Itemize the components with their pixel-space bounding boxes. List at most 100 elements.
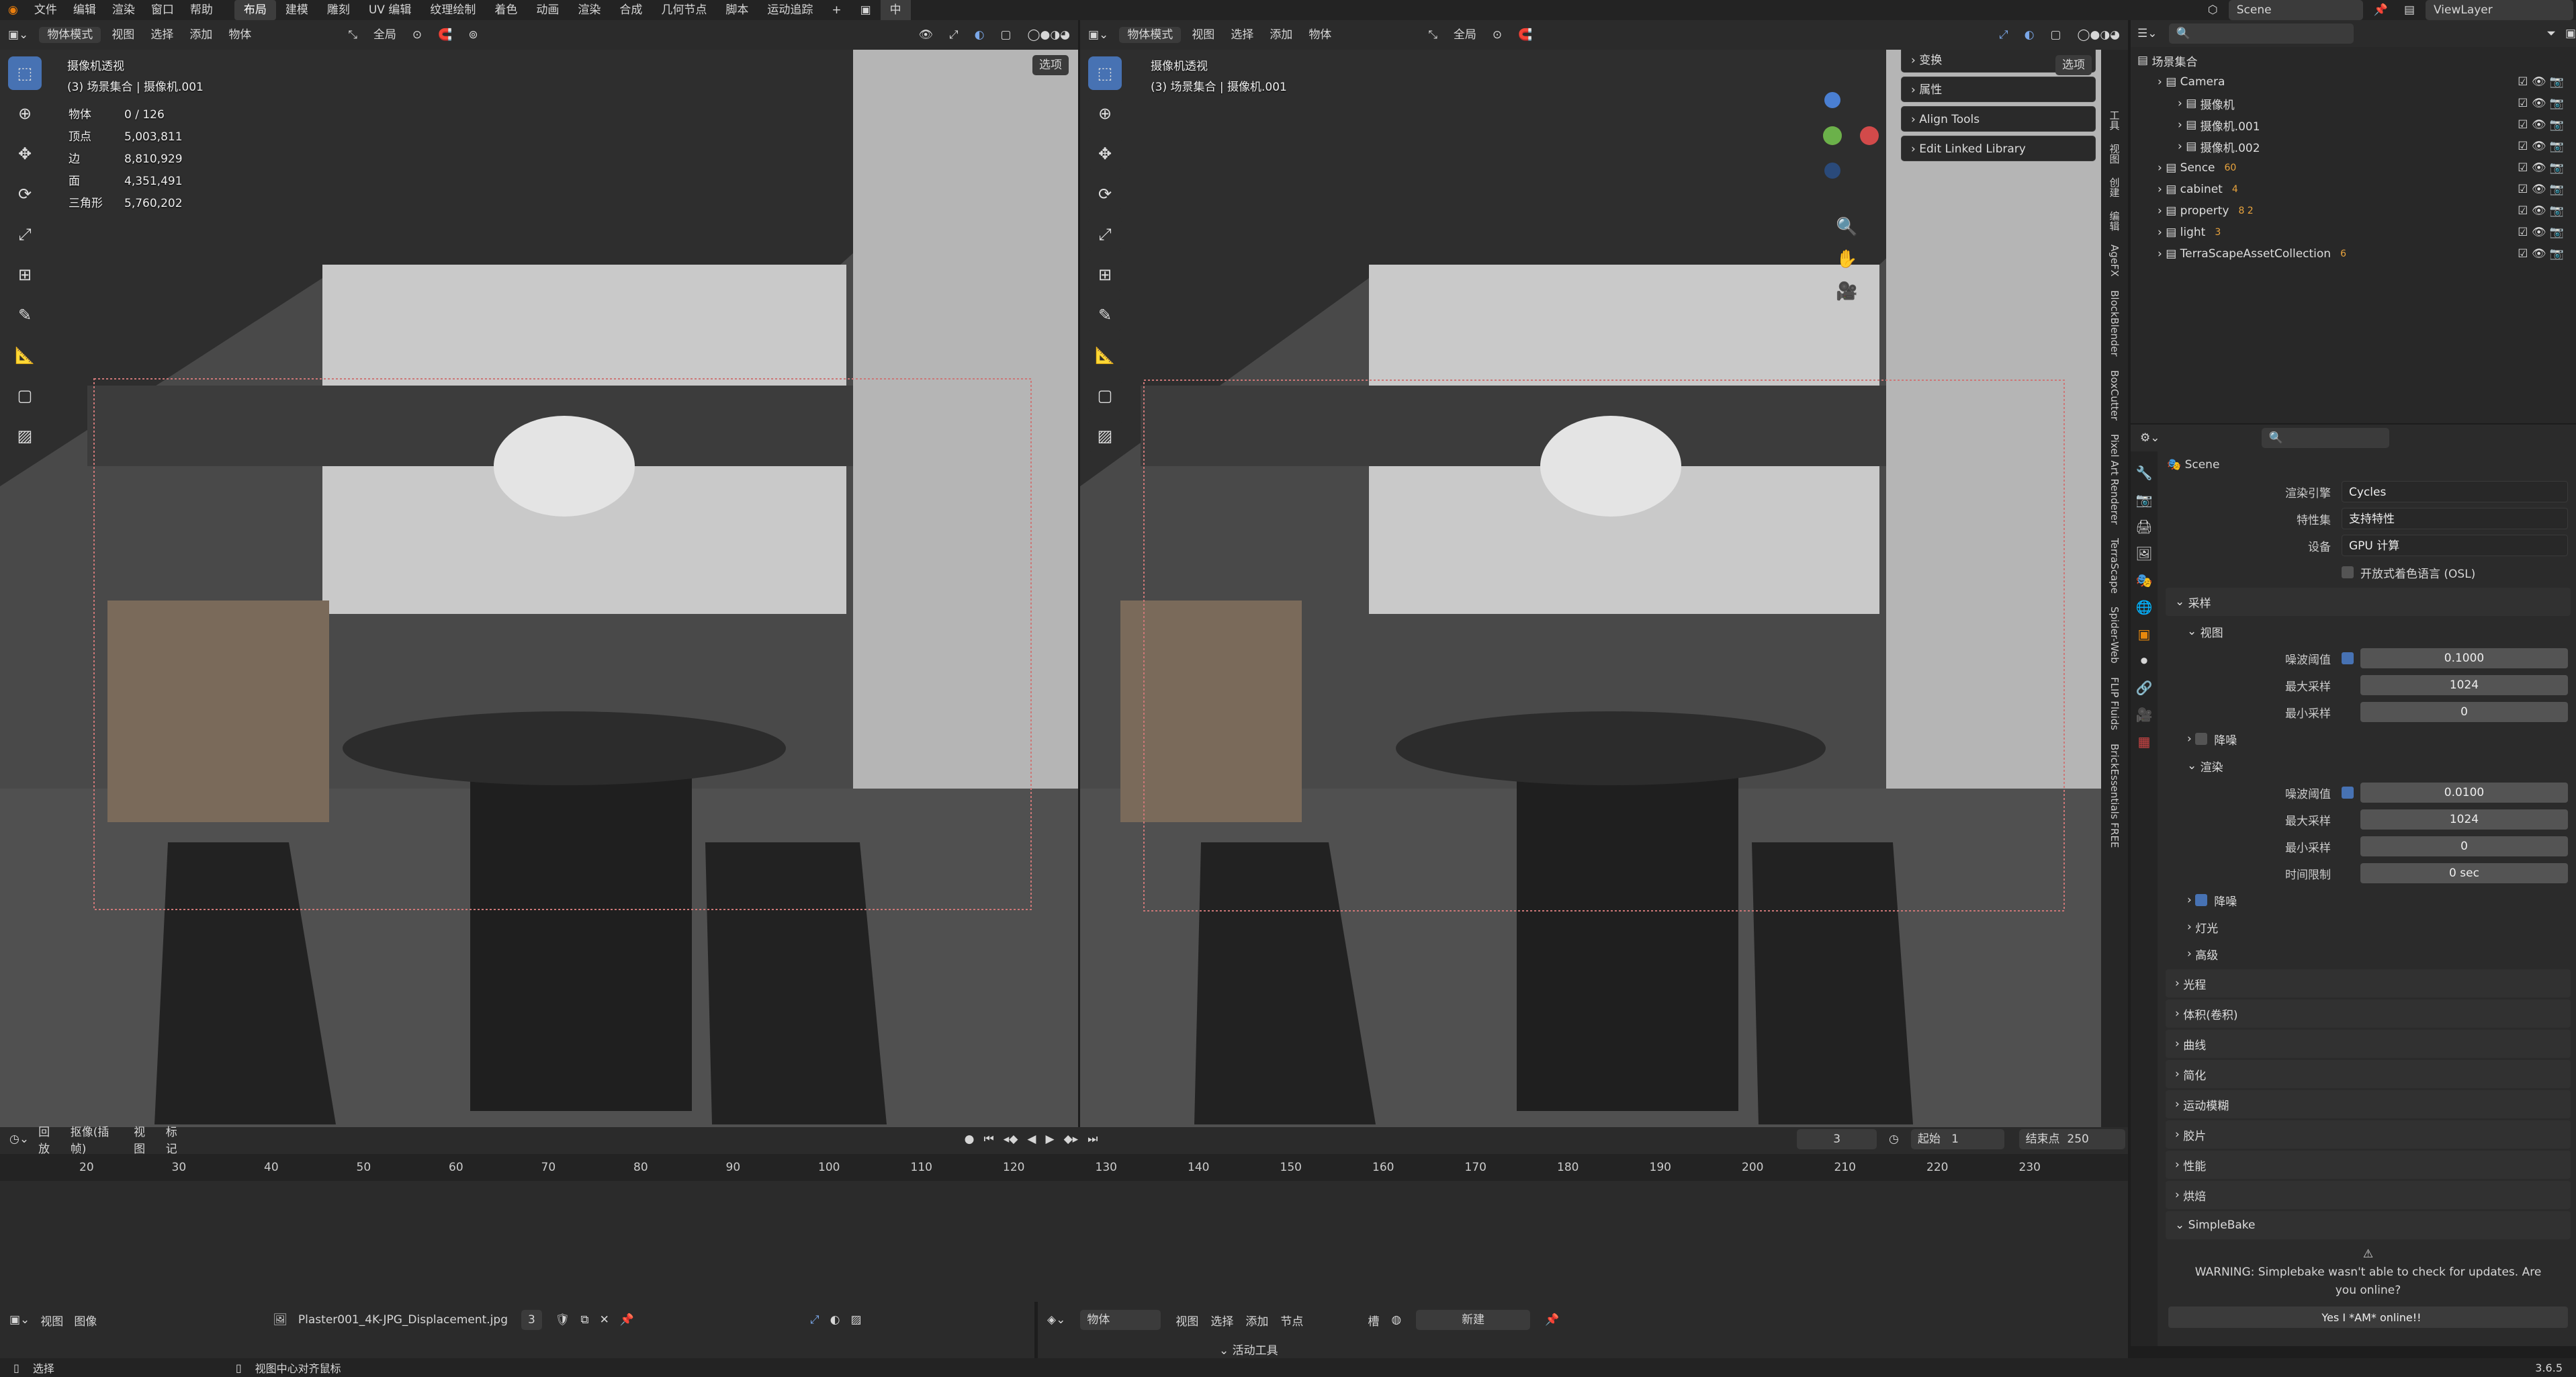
scene-tab-icon[interactable]: 🎭: [2136, 572, 2153, 588]
subsection-advanced[interactable]: › 高级: [2160, 940, 2576, 967]
scale-icon[interactable]: ⤢: [8, 218, 42, 251]
play-icon[interactable]: ▶: [1045, 1132, 1054, 1146]
orientation-selector[interactable]: 全局: [1446, 17, 1484, 53]
sidebar-tab-view[interactable]: 视图: [2108, 137, 2122, 171]
end-frame-field[interactable]: 结束点 250: [2018, 1129, 2125, 1149]
window-icon[interactable]: ▣: [851, 0, 881, 20]
tab-shading[interactable]: 着色: [485, 0, 527, 20]
outliner-item[interactable]: › ▤ 摄像机.001 ☑ 👁 📷: [2137, 114, 2569, 136]
sidebar-tab-tool[interactable]: 工具: [2108, 103, 2122, 137]
add-cube-icon[interactable]: ▢: [1088, 379, 1122, 412]
editor-type-icon[interactable]: ◈⌄: [1047, 1313, 1065, 1327]
menu-edit[interactable]: 编辑: [65, 0, 104, 20]
expand-icon[interactable]: ›: [2158, 75, 2166, 89]
feature-set-dropdown[interactable]: 支持特性: [2342, 508, 2568, 529]
section-simplebake[interactable]: ⌄ SimpleBake: [2166, 1211, 2571, 1239]
sidebar-tab-spider-web[interactable]: Spider-Web: [2108, 600, 2121, 670]
simplebake-online-button[interactable]: Yes I *AM* online!!: [2168, 1306, 2568, 1328]
current-frame-field[interactable]: 3: [1797, 1129, 1877, 1149]
visibility-icon[interactable]: ☑ 👁 📷: [2518, 75, 2569, 89]
visibility-icon[interactable]: ☑ 👁 📷: [2518, 97, 2569, 110]
mode-selector[interactable]: 物体模式: [1119, 27, 1182, 43]
subsection-vp-denoise[interactable]: › 降噪: [2160, 725, 2576, 752]
visibility-icon[interactable]: ☑ 👁 📷: [2518, 247, 2569, 261]
npanel-edit-linked-library[interactable]: › Edit Linked Library: [1901, 136, 2096, 161]
render-engine-dropdown[interactable]: Cycles: [2342, 481, 2568, 502]
vp-noise-field[interactable]: 0.1000: [2360, 648, 2568, 668]
output-tab-icon[interactable]: 🖨: [2135, 519, 2152, 535]
section-item[interactable]: › 胶片: [2166, 1120, 2571, 1149]
physics-tab-icon[interactable]: ⚫: [2139, 653, 2150, 669]
section-item[interactable]: › 曲线: [2166, 1030, 2571, 1058]
next-key-icon[interactable]: ◆▸: [1064, 1132, 1079, 1146]
texture-tab-icon[interactable]: ▦: [2138, 734, 2151, 750]
menu-view[interactable]: 视图: [134, 1122, 157, 1156]
npanel-align-tools[interactable]: › Align Tools: [1901, 106, 2096, 132]
menu-view[interactable]: 视图: [1184, 17, 1223, 53]
menu-select[interactable]: 选择: [1210, 1312, 1233, 1329]
outliner-item[interactable]: › ▤ Camera ☑ 👁 📷: [2137, 71, 2569, 93]
scale-icon[interactable]: ⤢: [1088, 218, 1122, 251]
new-material-button[interactable]: 新建: [1416, 1310, 1531, 1330]
visibility-icon[interactable]: 👁: [910, 17, 941, 53]
vp-max-field[interactable]: 1024: [2360, 675, 2568, 695]
expand-icon[interactable]: ›: [2158, 226, 2166, 239]
shader-type-selector[interactable]: 物体: [1080, 1310, 1161, 1330]
outliner-search[interactable]: 🔍: [2169, 24, 2354, 44]
orientation-icon[interactable]: ⤡: [340, 17, 365, 53]
start-frame-field[interactable]: 起始 1: [1910, 1129, 2004, 1149]
image-icon[interactable]: ▨: [1088, 419, 1122, 453]
world-tab-icon[interactable]: 🌐: [2136, 599, 2153, 615]
pan-hand-icon[interactable]: ✋: [1836, 243, 1857, 275]
subsection-r-denoise[interactable]: › 降噪: [2160, 887, 2576, 914]
vp-min-field[interactable]: 0: [2360, 702, 2568, 722]
proportional-icon[interactable]: ⊚: [460, 17, 486, 53]
pin-icon[interactable]: 📌: [620, 1313, 634, 1327]
menu-keying[interactable]: 抠像(插帧): [71, 1122, 124, 1156]
render-tab-icon[interactable]: 📷: [2136, 492, 2153, 508]
zoom-icon[interactable]: 🔍: [1836, 211, 1857, 243]
pin-icon[interactable]: 📌: [1545, 1313, 1559, 1327]
overlay-icon[interactable]: ◐: [2016, 17, 2043, 53]
osl-checkbox[interactable]: [2342, 566, 2354, 578]
viewport-canvas-left[interactable]: ⬚ ⊕ ✥ ⟳ ⤢ ⊞ ✎ 📐 ▢ ▨ 摄像机透视 (3) 场景集合 | 摄像机…: [0, 50, 1078, 1127]
menu-add[interactable]: 添加: [1245, 1312, 1268, 1329]
menu-add[interactable]: 添加: [1261, 17, 1300, 53]
ime-indicator[interactable]: 中: [880, 0, 911, 20]
close-icon[interactable]: ✕: [600, 1313, 609, 1327]
scene-selector[interactable]: Scene: [2228, 0, 2363, 20]
image-icon[interactable]: ▨: [8, 419, 42, 453]
snap-icon[interactable]: 🧲: [430, 17, 460, 53]
record-icon[interactable]: ●: [965, 1132, 975, 1146]
vp-noise-checkbox[interactable]: [2342, 652, 2354, 664]
pin-icon[interactable]: 📌: [2366, 0, 2396, 20]
sidebar-tab-agefx[interactable]: AgeFX: [2108, 238, 2121, 283]
xray-icon[interactable]: ▢: [2042, 17, 2069, 53]
gizmo-icon[interactable]: ⤢: [941, 17, 967, 53]
sidebar-tab-boxcutter[interactable]: BoxCutter: [2108, 363, 2121, 427]
gizmo-icon[interactable]: ⤢: [1991, 17, 2016, 53]
menu-node[interactable]: 节点: [1280, 1312, 1303, 1329]
orientation-icon[interactable]: ⤡: [1420, 17, 1446, 53]
move-icon[interactable]: ✥: [1088, 137, 1122, 171]
measure-icon[interactable]: 📐: [8, 339, 42, 372]
outliner-item[interactable]: › ▤ property 8 2 ☑ 👁 📷: [2137, 200, 2569, 222]
sidebar-tab-brickessentials[interactable]: BrickEssentials FREE: [2108, 737, 2121, 854]
menu-view[interactable]: 视图: [103, 17, 142, 53]
options-button[interactable]: 选项: [2055, 55, 2092, 75]
select-box-icon[interactable]: ⬚: [8, 56, 42, 90]
sidebar-tab-blockblender[interactable]: BlockBlender: [2108, 283, 2121, 363]
tab-animation[interactable]: 动画: [527, 0, 568, 20]
viewport-canvas-right[interactable]: ⬚ ⊕ ✥ ⟳ ⤢ ⊞ ✎ 📐 ▢ ▨ 摄像机透视 (3) 场景集合 | 摄像机…: [1080, 50, 2101, 1127]
section-sampling[interactable]: ⌄ 采样: [2166, 588, 2571, 616]
data-tab-icon[interactable]: 🎥: [2136, 707, 2153, 723]
expand-icon[interactable]: ›: [2158, 183, 2166, 196]
expand-icon[interactable]: ›: [2178, 97, 2186, 110]
outliner-item[interactable]: › ▤ 摄像机.002 ☑ 👁 📷: [2137, 136, 2569, 157]
move-icon[interactable]: ✥: [8, 137, 42, 171]
orientation-selector[interactable]: 全局: [365, 17, 404, 53]
overlay-icon[interactable]: ◐: [967, 17, 993, 53]
menu-image[interactable]: 图像: [74, 1312, 97, 1329]
tab-geometry-nodes[interactable]: 几何节点: [652, 0, 716, 20]
subsection-viewport[interactable]: ⌄ 视图: [2160, 618, 2576, 645]
